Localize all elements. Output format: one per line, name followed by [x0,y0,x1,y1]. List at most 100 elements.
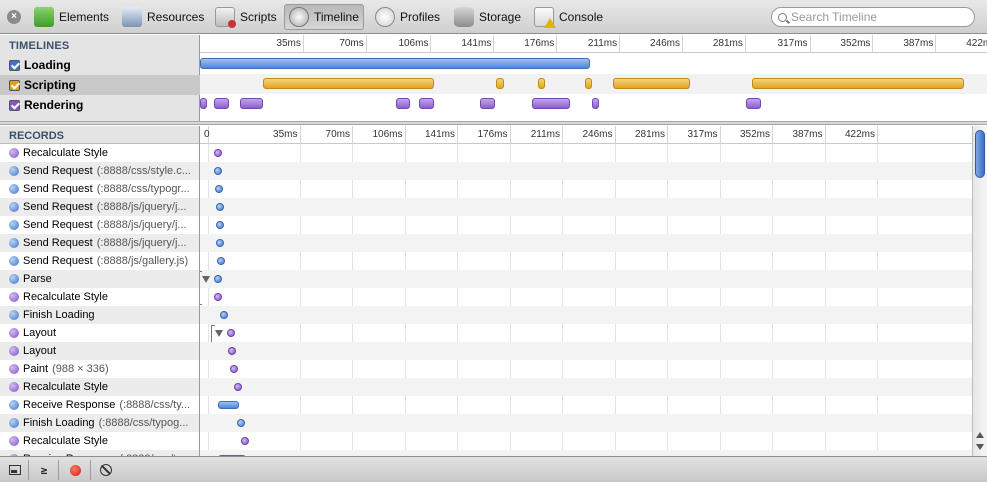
loading-record-marker [219,311,228,319]
record-lane[interactable] [200,378,972,396]
record-detail: (:8888/js/jquery/j... [96,237,187,249]
record-row[interactable]: Send Request (:8888/js/gallery.js) [0,252,199,270]
scrollbar-thumb[interactable] [975,130,985,178]
console-icon [534,7,556,28]
record-row[interactable]: Recalculate Style [0,288,199,306]
scripting-checkbox[interactable] [9,79,20,91]
record-button[interactable] [65,461,85,479]
disclosure-triangle-icon[interactable] [201,276,210,283]
ruler-gridline [556,35,558,53]
tab-label: Storage [479,10,522,24]
record-row[interactable]: Layout [0,342,199,360]
record-row[interactable]: Layout [0,324,199,342]
timeline-row-loading[interactable]: Loading [0,55,200,75]
loading-checkbox[interactable] [9,59,20,71]
ruler-tick-label: 70ms [325,129,350,140]
record-lane[interactable] [200,144,972,162]
rendering-overview-bar [239,98,263,109]
tab-storage[interactable]: Storage [450,4,525,30]
disclosure-triangle-icon[interactable] [215,330,223,337]
ruler-tick-label: 317ms [777,38,808,49]
rendering-record-icon [9,292,19,302]
dock-button[interactable] [5,461,25,479]
console-toggle-button[interactable]: ≥ [34,461,54,479]
rendering-overview-bar [480,98,495,109]
record-lane[interactable] [200,216,972,234]
record-row[interactable]: Send Request (:8888/css/typogr... [0,180,199,198]
record-name: Finish Loading [23,417,95,429]
ruler-gridline [302,35,304,53]
clear-button[interactable] [96,461,116,479]
record-lane[interactable] [200,324,972,359]
status-bar: ≥ [0,456,987,482]
record-row[interactable]: Receive Response(:8888/css/ty... [0,396,199,414]
record-lane[interactable] [200,252,972,270]
record-row[interactable]: Send Request (:8888/css/style.c... [0,162,199,180]
loading-record-marker [215,221,224,229]
scroll-down-icon[interactable] [976,444,984,450]
ruler-tick-label: 176ms [477,129,508,140]
ruler-gridline [809,35,811,53]
rendering-overview-bar [746,98,761,109]
ruler-gridline [493,35,495,53]
tab-profiles[interactable]: Profiles [371,4,444,30]
ruler-tick-label: 141ms [424,129,455,140]
record-detail: (:8888/js/gallery.js) [96,255,189,267]
record-row[interactable]: Send Request (:8888/js/jquery/j... [0,216,199,234]
timelines-heading: TIMELINES [9,40,70,52]
tab-label: Resources [147,10,205,24]
record-lane[interactable] [200,306,972,324]
record-name: Finish Loading [23,309,95,321]
record-row[interactable]: Recalculate Style [0,144,199,162]
search-input[interactable] [791,10,961,24]
record-lane[interactable] [200,360,972,378]
tab-timeline[interactable]: Timeline [284,4,364,30]
record-lane[interactable] [200,270,972,305]
record-row[interactable]: Send Request (:8888/js/jquery/j... [0,234,199,252]
timelines-sidebar: TIMELINES Loading Scripting Rendering [0,35,200,121]
tab-label: Profiles [400,10,441,24]
record-lane[interactable] [200,234,972,252]
record-detail: (:8888/js/jquery/j... [96,219,187,231]
timeline-row-scripting[interactable]: Scripting [0,75,200,95]
loading-overview-bar [200,58,590,69]
timeline-row-rendering[interactable]: Rendering [0,95,200,115]
record-row[interactable]: Recalculate Style [0,378,199,396]
search-box[interactable] [771,7,975,27]
scroll-up-icon[interactable] [976,432,984,438]
record-lane[interactable] [200,198,972,216]
scripting-overview-bar [496,78,504,89]
record-lane[interactable] [200,162,972,180]
ruler-gridline [877,126,878,144]
record-lane[interactable] [200,432,972,450]
loading-record-icon [9,400,19,410]
tab-console[interactable]: Console [530,4,607,30]
profiles-icon [375,7,395,27]
record-name: Send Request [23,183,93,195]
record-row[interactable]: Recalculate Style [0,432,199,450]
tab-scripts[interactable]: Scripts [211,4,281,30]
record-lane[interactable] [200,414,972,432]
record-row[interactable]: Finish Loading (:8888/css/typog... [0,414,199,432]
records-header: RECORDS [0,126,199,144]
close-icon[interactable]: × [7,10,21,24]
rendering-record-marker [213,149,222,157]
record-row[interactable]: Finish Loading [0,306,199,324]
record-name: Recalculate Style [23,381,108,393]
record-lane[interactable] [200,342,972,360]
ruler-gridline [619,35,621,53]
tab-resources[interactable]: Resources [118,4,208,30]
tab-elements[interactable]: Elements [30,4,113,30]
record-row[interactable]: Paint (988 × 336) [0,360,199,378]
record-lane[interactable] [200,396,972,414]
ruler-tick-label: 211ms [530,129,560,140]
record-lane[interactable] [200,288,972,306]
loading-record-marker [215,203,224,211]
record-row[interactable]: Parse [0,270,199,288]
overview-divider[interactable] [0,121,987,125]
rendering-checkbox[interactable] [9,99,20,111]
record-lane[interactable] [200,180,972,198]
overview-lanes[interactable] [200,54,987,121]
records-scrollbar[interactable] [972,126,987,456]
record-row[interactable]: Send Request (:8888/js/jquery/j... [0,198,199,216]
